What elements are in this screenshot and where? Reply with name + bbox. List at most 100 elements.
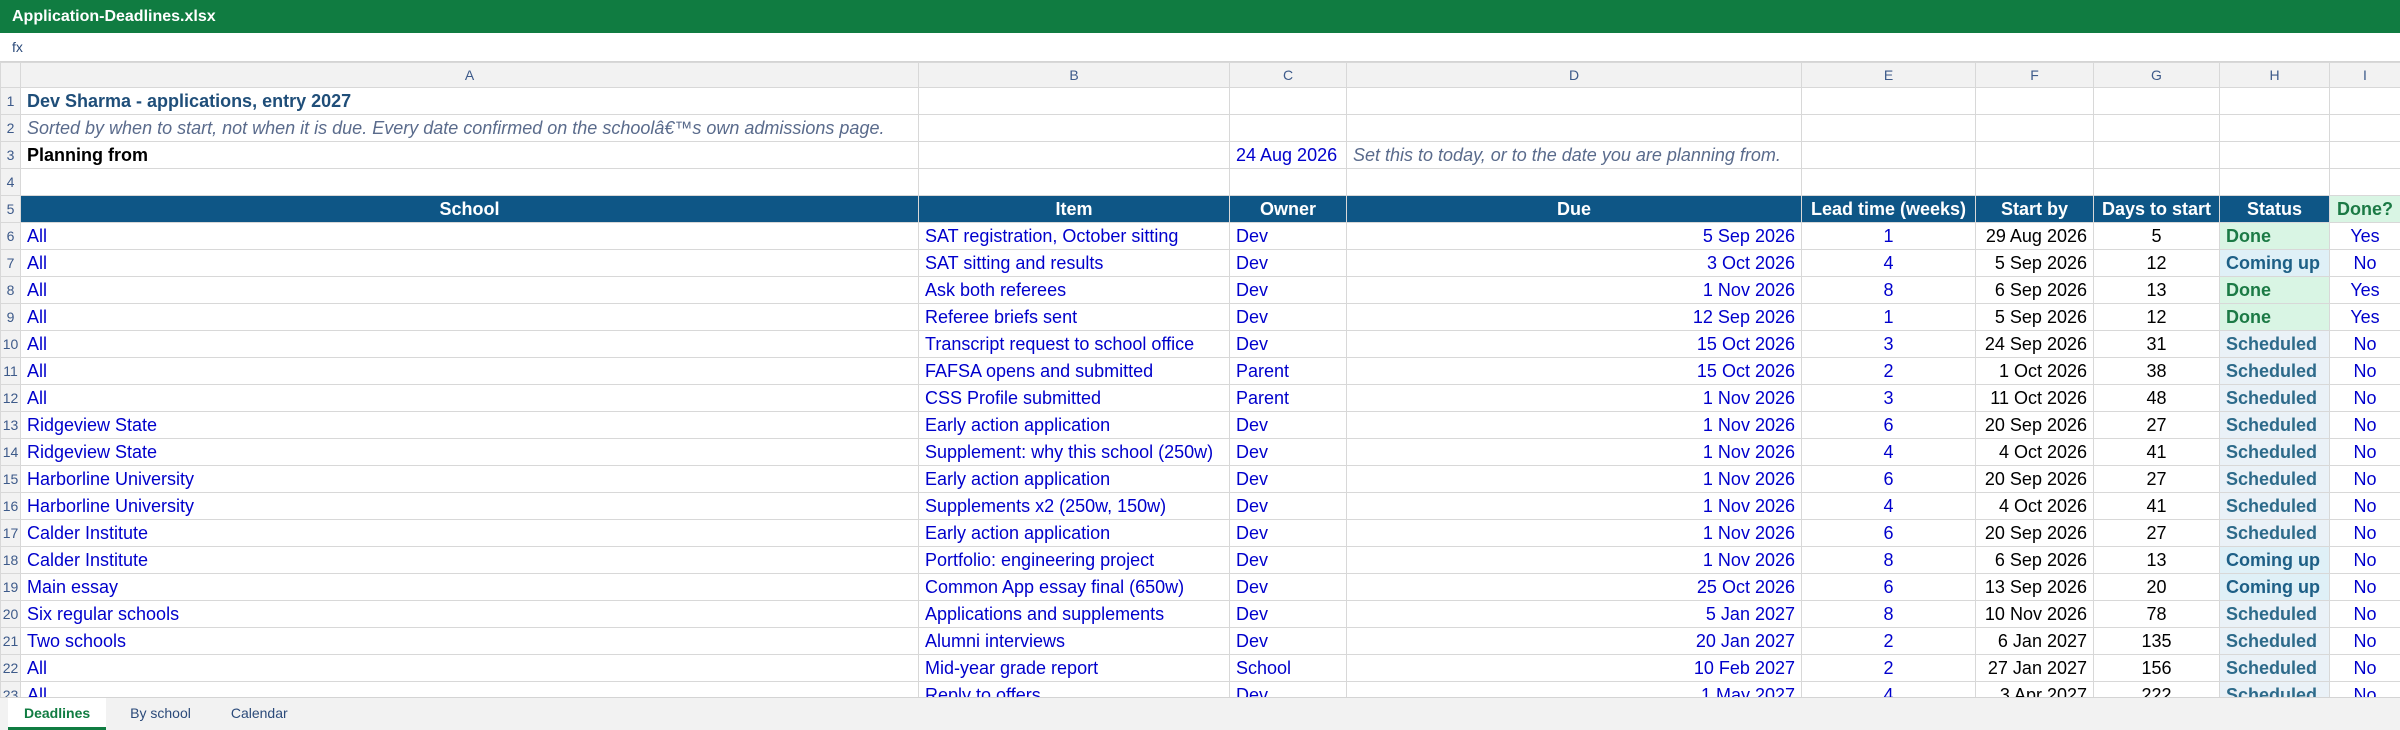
cell-lead-time[interactable]: 8 <box>1801 600 1976 628</box>
cell-lead-time[interactable]: 2 <box>1801 627 1976 655</box>
cell-school[interactable]: Harborline University <box>20 465 919 493</box>
cell-lead-time[interactable]: 4 <box>1801 492 1976 520</box>
column-header-g[interactable]: G <box>2093 62 2220 88</box>
cell-school[interactable]: All <box>20 222 919 250</box>
cell[interactable] <box>918 168 1230 196</box>
row-number[interactable]: 10 <box>0 330 21 358</box>
cell[interactable] <box>1229 114 1347 142</box>
row-number[interactable]: 18 <box>0 546 21 574</box>
cell-owner[interactable]: Dev <box>1229 303 1347 331</box>
cell-status[interactable]: Scheduled <box>2219 492 2330 520</box>
cell-days-to-start[interactable]: 27 <box>2093 519 2220 547</box>
row-number[interactable]: 9 <box>0 303 21 331</box>
cell-due[interactable]: 15 Oct 2026 <box>1346 330 1802 358</box>
cell-due[interactable]: 20 Jan 2027 <box>1346 627 1802 655</box>
cell-done[interactable]: No <box>2329 573 2400 601</box>
cell-owner[interactable]: Dev <box>1229 546 1347 574</box>
cell-status[interactable]: Scheduled <box>2219 438 2330 466</box>
sheet-tab-by-school[interactable]: By school <box>114 698 207 730</box>
cell-done[interactable]: Yes <box>2329 222 2400 250</box>
column-header-d[interactable]: D <box>1346 62 1802 88</box>
cell-due[interactable]: 1 Nov 2026 <box>1346 519 1802 547</box>
row-number[interactable]: 21 <box>0 627 21 655</box>
cell-owner[interactable]: Dev <box>1229 249 1347 277</box>
cell-start-by[interactable]: 24 Sep 2026 <box>1975 330 2094 358</box>
cell-days-to-start[interactable]: 27 <box>2093 465 2220 493</box>
cell-done[interactable]: No <box>2329 411 2400 439</box>
cell-owner[interactable]: Parent <box>1229 357 1347 385</box>
cell-school[interactable]: All <box>20 276 919 304</box>
cell-school[interactable]: All <box>20 384 919 412</box>
cell-days-to-start[interactable]: 78 <box>2093 600 2220 628</box>
row-number[interactable]: 17 <box>0 519 21 547</box>
cell-status[interactable]: Scheduled <box>2219 519 2330 547</box>
cell-school[interactable]: Calder Institute <box>20 546 919 574</box>
cell[interactable] <box>2219 87 2330 115</box>
cell[interactable] <box>1229 87 1347 115</box>
cell-school[interactable]: Calder Institute <box>20 519 919 547</box>
formula-bar[interactable]: fx <box>0 33 2400 62</box>
header-done[interactable]: Done? <box>2329 195 2400 223</box>
cell-school[interactable]: Ridgeview State <box>20 411 919 439</box>
sheet-tab-calendar[interactable]: Calendar <box>215 698 304 730</box>
row-number[interactable]: 16 <box>0 492 21 520</box>
cell-days-to-start[interactable]: 156 <box>2093 654 2220 682</box>
cell-done[interactable]: No <box>2329 384 2400 412</box>
cell-due[interactable]: 1 Nov 2026 <box>1346 411 1802 439</box>
cell-owner[interactable]: Dev <box>1229 492 1347 520</box>
cell-status[interactable]: Scheduled <box>2219 411 2330 439</box>
cell[interactable] <box>20 168 919 196</box>
row-number[interactable]: 7 <box>0 249 21 277</box>
spreadsheet-grid[interactable]: A B C D E F G H I 1 Dev Sharma - applica… <box>0 62 2400 709</box>
cell-item[interactable]: Early action application <box>918 465 1230 493</box>
cell-days-to-start[interactable]: 27 <box>2093 411 2220 439</box>
cell-done[interactable]: No <box>2329 330 2400 358</box>
cell[interactable] <box>2329 114 2400 142</box>
planning-from-hint[interactable]: Set this to today, or to the date you ar… <box>1346 141 1802 169</box>
column-header-e[interactable]: E <box>1801 62 1976 88</box>
cell-lead-time[interactable]: 8 <box>1801 276 1976 304</box>
row-number[interactable]: 5 <box>0 195 21 223</box>
cell[interactable] <box>1975 87 2094 115</box>
row-number[interactable]: 2 <box>0 114 21 142</box>
cell-item[interactable]: Applications and supplements <box>918 600 1230 628</box>
cell-start-by[interactable]: 20 Sep 2026 <box>1975 519 2094 547</box>
cell-lead-time[interactable]: 3 <box>1801 330 1976 358</box>
cell-status[interactable]: Done <box>2219 222 2330 250</box>
cell-school[interactable]: All <box>20 654 919 682</box>
cell[interactable] <box>1229 168 1347 196</box>
cell[interactable] <box>1346 168 1802 196</box>
cell-lead-time[interactable]: 4 <box>1801 249 1976 277</box>
cell-lead-time[interactable]: 1 <box>1801 222 1976 250</box>
cell-item[interactable]: Early action application <box>918 519 1230 547</box>
column-header-b[interactable]: B <box>918 62 1230 88</box>
header-school[interactable]: School <box>20 195 919 223</box>
cell-done[interactable]: No <box>2329 627 2400 655</box>
header-status[interactable]: Status <box>2219 195 2330 223</box>
cell-start-by[interactable]: 4 Oct 2026 <box>1975 438 2094 466</box>
cell-due[interactable]: 5 Sep 2026 <box>1346 222 1802 250</box>
row-number[interactable]: 14 <box>0 438 21 466</box>
cell-lead-time[interactable]: 6 <box>1801 465 1976 493</box>
cell-status[interactable]: Scheduled <box>2219 357 2330 385</box>
cell-due[interactable]: 1 Nov 2026 <box>1346 384 1802 412</box>
cell-item[interactable]: Portfolio: engineering project <box>918 546 1230 574</box>
cell-lead-time[interactable]: 2 <box>1801 654 1976 682</box>
cell-due[interactable]: 1 Nov 2026 <box>1346 438 1802 466</box>
cell[interactable] <box>1975 114 2094 142</box>
cell-item[interactable]: Referee briefs sent <box>918 303 1230 331</box>
column-header-c[interactable]: C <box>1229 62 1347 88</box>
cell-done[interactable]: No <box>2329 357 2400 385</box>
cell-start-by[interactable]: 4 Oct 2026 <box>1975 492 2094 520</box>
row-number[interactable]: 13 <box>0 411 21 439</box>
cell-status[interactable]: Scheduled <box>2219 654 2330 682</box>
cell-days-to-start[interactable]: 13 <box>2093 546 2220 574</box>
row-number[interactable]: 19 <box>0 573 21 601</box>
cell[interactable] <box>918 87 1230 115</box>
cell-status[interactable]: Done <box>2219 303 2330 331</box>
cell-school[interactable]: All <box>20 249 919 277</box>
cell-school[interactable]: Ridgeview State <box>20 438 919 466</box>
cell[interactable] <box>2093 168 2220 196</box>
cell-owner[interactable]: Dev <box>1229 411 1347 439</box>
cell-done[interactable]: No <box>2329 546 2400 574</box>
